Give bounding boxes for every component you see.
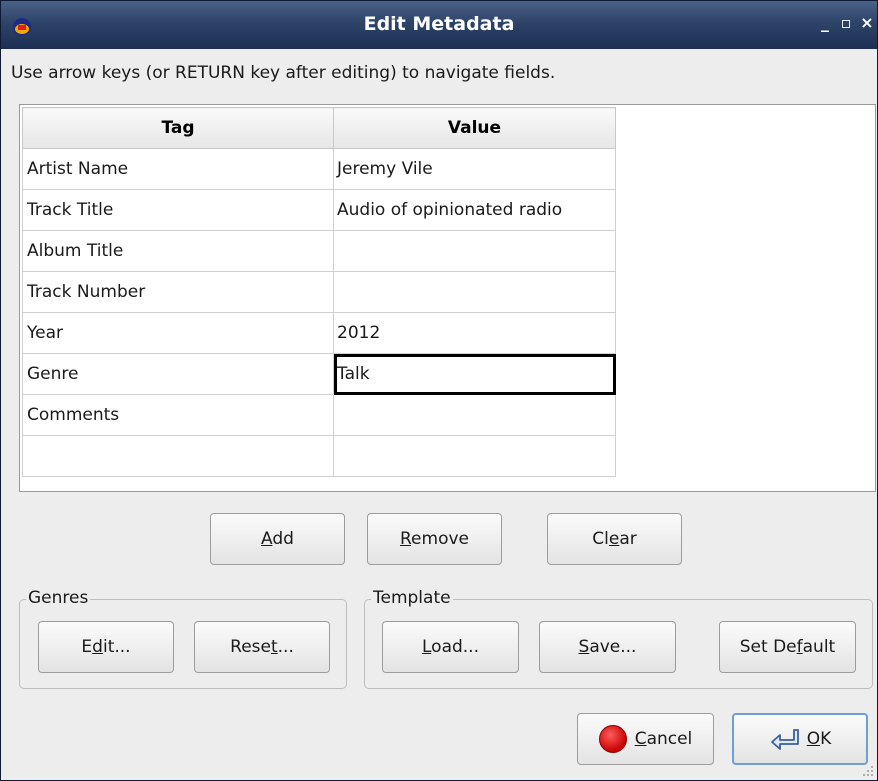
tag-cell[interactable]: Album Title	[22, 230, 334, 272]
set-default-template-button[interactable]: Set Default	[719, 621, 856, 673]
ok-button-label: OK	[806, 729, 832, 749]
reset-genres-label: Reset...	[230, 637, 294, 657]
save-template-label: Save...	[578, 637, 637, 657]
value-column-header[interactable]: Value	[333, 107, 616, 149]
load-template-button[interactable]: Load...	[382, 621, 519, 673]
instructions-text: Use arrow keys (or RETURN key after edit…	[11, 63, 556, 83]
remove-button-label: Remove	[399, 529, 469, 549]
clear-button-label: Clear	[592, 529, 637, 549]
tag-cell[interactable]: Track Number	[22, 271, 334, 313]
value-cell[interactable]: Jeremy Vile	[333, 148, 616, 190]
value-cell[interactable]	[333, 435, 616, 477]
value-cell[interactable]: Audio of opinionated radio	[333, 189, 616, 231]
set-default-label: Set Default	[739, 637, 836, 657]
table-row: Year 2012	[22, 312, 616, 354]
table-row: Genre Talk	[22, 353, 616, 395]
template-group: Template Load... Save... Set Default	[364, 588, 873, 689]
remove-button[interactable]: Remove	[367, 513, 502, 565]
return-arrow-icon	[770, 729, 799, 750]
edit-genres-button[interactable]: Edit...	[38, 621, 174, 673]
close-icon[interactable]: ×	[856, 13, 878, 32]
cancel-button[interactable]: Cancel	[577, 713, 714, 765]
metadata-grid[interactable]: Tag Value Artist Name Jeremy Vile Track …	[19, 104, 876, 492]
tag-cell[interactable]	[22, 435, 334, 477]
clear-button[interactable]: Clear	[547, 513, 682, 565]
metadata-table: Tag Value Artist Name Jeremy Vile Track …	[22, 107, 616, 477]
edit-genres-label: Edit...	[81, 637, 131, 657]
add-button-label: Add	[261, 529, 294, 549]
value-cell[interactable]: 2012	[333, 312, 616, 354]
value-cell-selected[interactable]: Talk	[333, 353, 616, 395]
add-button[interactable]: Add	[210, 513, 345, 565]
window-title: Edit Metadata	[363, 13, 515, 35]
tag-column-header[interactable]: Tag	[22, 107, 334, 149]
tag-cell[interactable]: Genre	[22, 353, 334, 395]
value-cell[interactable]	[333, 394, 616, 436]
value-cell[interactable]	[333, 230, 616, 272]
load-template-label: Load...	[421, 637, 479, 657]
save-template-button[interactable]: Save...	[539, 621, 676, 673]
table-row: Comments	[22, 394, 616, 436]
table-row	[22, 435, 616, 477]
genres-group: Genres Edit... Reset...	[19, 588, 347, 689]
maximize-icon[interactable]: ▫	[835, 13, 857, 32]
table-row: Artist Name Jeremy Vile	[22, 148, 616, 190]
template-group-label: Template	[371, 588, 453, 608]
tag-cell[interactable]: Track Title	[22, 189, 334, 231]
table-row: Track Number	[22, 271, 616, 313]
stop-icon	[598, 725, 627, 753]
table-row: Track Title Audio of opinionated radio	[22, 189, 616, 231]
tag-cell[interactable]: Artist Name	[22, 148, 334, 190]
resize-grip-icon[interactable]	[862, 765, 874, 777]
tag-cell[interactable]: Comments	[22, 394, 334, 436]
reset-genres-button[interactable]: Reset...	[194, 621, 330, 673]
ok-button[interactable]: OK	[732, 713, 868, 765]
value-cell[interactable]	[333, 271, 616, 313]
edit-metadata-dialog: Edit Metadata _ ▫ × Use arrow keys (or R…	[0, 0, 878, 781]
table-row: Album Title	[22, 230, 616, 272]
minimize-icon[interactable]: _	[814, 13, 836, 32]
cancel-button-label: Cancel	[634, 729, 693, 749]
genres-group-label: Genres	[26, 588, 91, 608]
tag-cell[interactable]: Year	[22, 312, 334, 354]
title-bar[interactable]: Edit Metadata _ ▫ ×	[1, 1, 877, 49]
